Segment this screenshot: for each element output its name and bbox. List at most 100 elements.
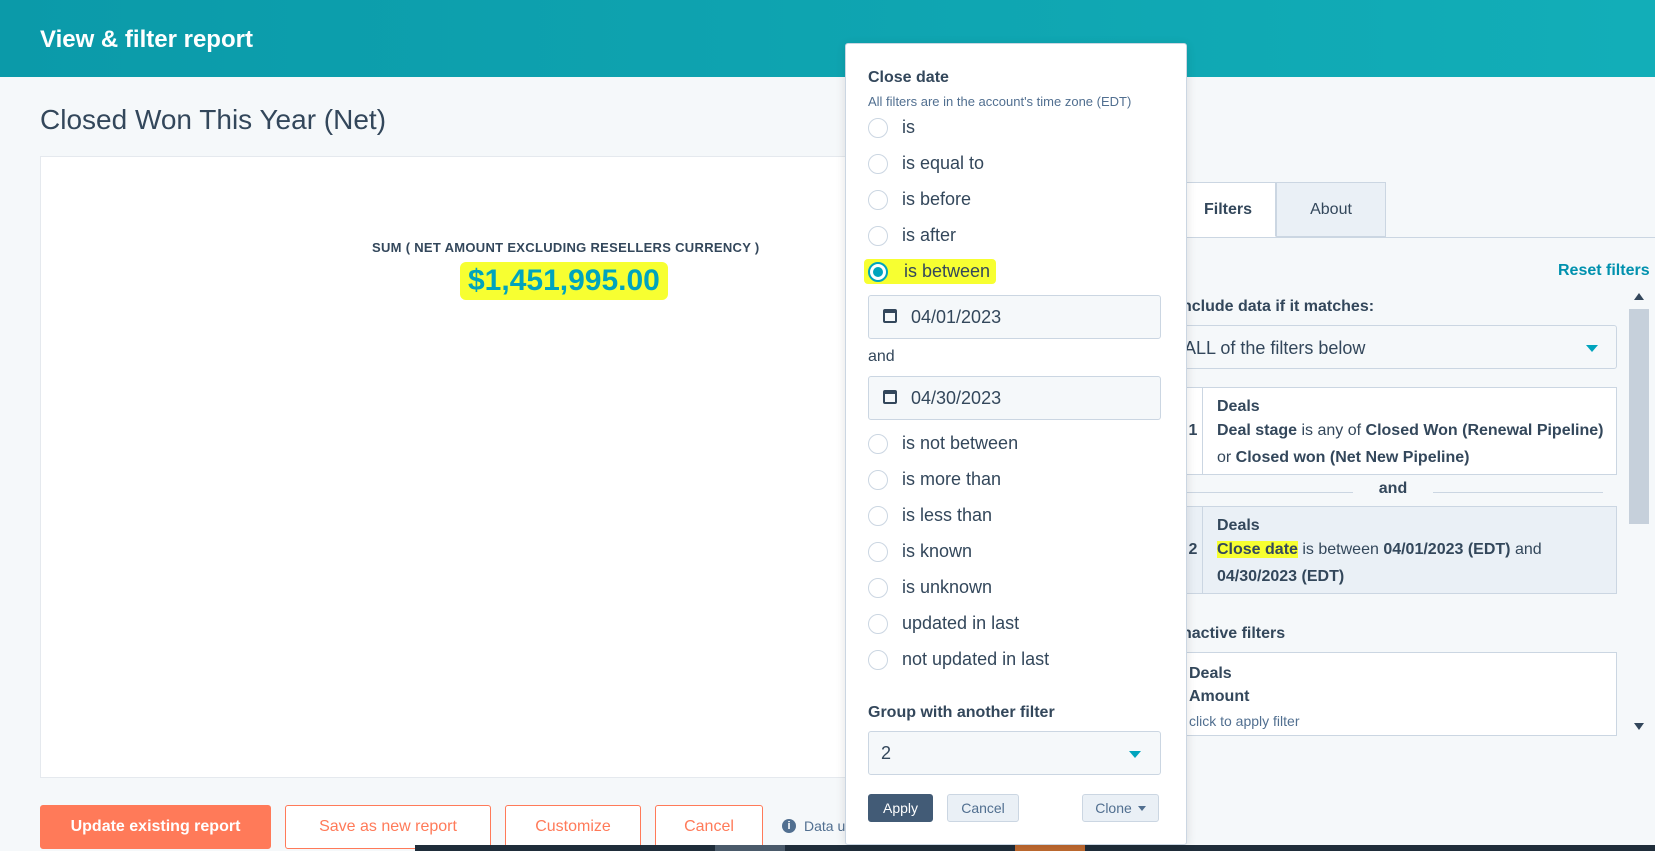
filter-operator: is any of bbox=[1297, 422, 1366, 439]
chevron-down-icon bbox=[1129, 751, 1141, 758]
filter-object: Deals bbox=[1217, 517, 1260, 534]
match-select[interactable]: ALL of the filters below bbox=[1183, 325, 1617, 369]
scroll-up-icon[interactable] bbox=[1634, 293, 1644, 300]
option-is-known[interactable]: is known bbox=[868, 541, 972, 562]
inactive-filter-property: Amount bbox=[1189, 688, 1250, 705]
filter-value-2: 04/30/2023 (EDT) bbox=[1217, 568, 1345, 585]
match-label: nclude data if it matches: bbox=[1182, 298, 1375, 315]
option-updated-in-last[interactable]: updated in last bbox=[868, 613, 1019, 634]
tab-filters[interactable]: Filters bbox=[1180, 182, 1276, 237]
clone-button[interactable]: Clone bbox=[1082, 794, 1159, 822]
filter-value-1: 04/01/2023 (EDT) bbox=[1383, 541, 1511, 558]
chevron-down-icon bbox=[1137, 805, 1146, 811]
option-is-not-between[interactable]: is not between bbox=[868, 433, 1018, 454]
option-label: is equal to bbox=[902, 153, 985, 173]
option-is-between[interactable]: is between bbox=[864, 259, 997, 284]
group-filter-label: Group with another filter bbox=[868, 704, 1055, 721]
option-is-more-than[interactable]: is more than bbox=[868, 469, 1001, 490]
data-note-text: Data u bbox=[804, 818, 846, 834]
and-label: and bbox=[868, 348, 895, 365]
filter-description: Close date is between 04/01/2023 (EDT) a… bbox=[1217, 536, 1616, 590]
group-filter-select[interactable]: 2 bbox=[868, 731, 1161, 775]
filter-and: and bbox=[1510, 541, 1542, 558]
option-is-equal-to[interactable]: is equal to bbox=[868, 153, 984, 174]
radio-button-checked[interactable] bbox=[868, 261, 888, 282]
option-label: updated in last bbox=[902, 613, 1020, 633]
filter-value-1: Closed Won (Renewal Pipeline) bbox=[1365, 422, 1604, 439]
option-label: is not between bbox=[902, 433, 1019, 453]
radio-button[interactable] bbox=[868, 189, 888, 210]
update-report-button[interactable]: Update existing report bbox=[40, 805, 271, 849]
match-select-value: ALL of the filters below bbox=[1184, 338, 1366, 358]
chevron-down-icon bbox=[1586, 345, 1598, 352]
end-date-input[interactable]: 04/30/2023 bbox=[868, 376, 1161, 420]
strip-segment bbox=[715, 845, 785, 851]
radio-button[interactable] bbox=[868, 649, 888, 670]
option-label: is unknown bbox=[902, 577, 993, 597]
metric-value: $1,451,995.00 bbox=[460, 262, 668, 300]
header-title: View & filter report bbox=[40, 26, 253, 53]
option-label: is before bbox=[902, 189, 972, 209]
radio-button[interactable] bbox=[868, 613, 888, 634]
option-label: is less than bbox=[902, 505, 993, 525]
scrollbar-thumb[interactable] bbox=[1629, 309, 1649, 524]
reset-filters-link[interactable]: Reset filters bbox=[1558, 262, 1650, 280]
option-is-before[interactable]: is before bbox=[868, 189, 971, 210]
filter-property: Close date bbox=[1217, 541, 1298, 558]
radio-button[interactable] bbox=[868, 225, 888, 246]
scroll-down-icon[interactable] bbox=[1634, 723, 1644, 730]
radio-button[interactable] bbox=[868, 505, 888, 526]
popover-title: Close date bbox=[868, 69, 949, 86]
filters-scrollbar[interactable] bbox=[1628, 287, 1650, 736]
save-as-new-button[interactable]: Save as new report bbox=[285, 805, 491, 849]
inactive-filters-title: nactive filters bbox=[1182, 625, 1286, 642]
metric-label: SUM ( NET AMOUNT EXCLUDING RESELLERS CUR… bbox=[372, 240, 760, 255]
option-is[interactable]: is bbox=[868, 117, 915, 138]
apply-button[interactable]: Apply bbox=[868, 794, 933, 822]
filter-card-1[interactable]: 1 Deals Deal stage is any of Closed Won … bbox=[1183, 387, 1617, 475]
option-label: is bbox=[902, 117, 915, 137]
option-is-unknown[interactable]: is unknown bbox=[868, 577, 992, 598]
option-label: is more than bbox=[902, 469, 1002, 489]
radio-button[interactable] bbox=[868, 577, 888, 598]
filter-card-2[interactable]: 2 Deals Close date is between 04/01/2023… bbox=[1183, 506, 1617, 594]
start-date-value: 04/01/2023 bbox=[911, 307, 1002, 327]
filter-object: Deals bbox=[1217, 398, 1260, 415]
tab-about[interactable]: About bbox=[1276, 182, 1386, 237]
filter-operator: is between bbox=[1297, 541, 1384, 558]
filter-or: or bbox=[1217, 449, 1236, 466]
radio-button[interactable] bbox=[868, 117, 888, 138]
strip-segment bbox=[1015, 845, 1085, 851]
calendar-icon bbox=[883, 309, 897, 323]
inactive-filter-object: Deals bbox=[1189, 665, 1232, 682]
calendar-icon bbox=[883, 390, 897, 404]
cancel-button[interactable]: Cancel bbox=[655, 805, 763, 849]
info-icon: i bbox=[782, 819, 796, 833]
customize-button[interactable]: Customize bbox=[505, 805, 641, 849]
group-filter-value: 2 bbox=[881, 743, 892, 763]
radio-button[interactable] bbox=[868, 433, 888, 454]
bottom-strip bbox=[415, 845, 1655, 851]
report-title: Closed Won This Year (Net) bbox=[40, 104, 387, 135]
clone-label: Clone bbox=[1095, 800, 1132, 816]
app-header: View & filter report bbox=[0, 0, 1655, 77]
close-date-filter-popover: Close date All filters are in the accoun… bbox=[845, 43, 1187, 845]
start-date-input[interactable]: 04/01/2023 bbox=[868, 295, 1161, 339]
option-label: is after bbox=[902, 225, 957, 245]
option-label: is known bbox=[902, 541, 973, 561]
filter-property: Deal stage bbox=[1217, 422, 1298, 439]
inactive-filter-hint: click to apply filter bbox=[1189, 713, 1300, 729]
option-is-after[interactable]: is after bbox=[868, 225, 956, 246]
and-separator: and bbox=[1183, 480, 1603, 504]
data-note: i Data u bbox=[782, 818, 845, 834]
popover-cancel-button[interactable]: Cancel bbox=[947, 794, 1019, 822]
option-label: not updated in last bbox=[902, 649, 1050, 669]
option-label: is between bbox=[902, 261, 993, 282]
option-not-updated-in-last[interactable]: not updated in last bbox=[868, 649, 1049, 670]
radio-button[interactable] bbox=[868, 153, 888, 174]
end-date-value: 04/30/2023 bbox=[911, 388, 1002, 408]
inactive-filter-card[interactable]: Deals Amount click to apply filter bbox=[1183, 652, 1617, 736]
radio-button[interactable] bbox=[868, 469, 888, 490]
radio-button[interactable] bbox=[868, 541, 888, 562]
option-is-less-than[interactable]: is less than bbox=[868, 505, 992, 526]
